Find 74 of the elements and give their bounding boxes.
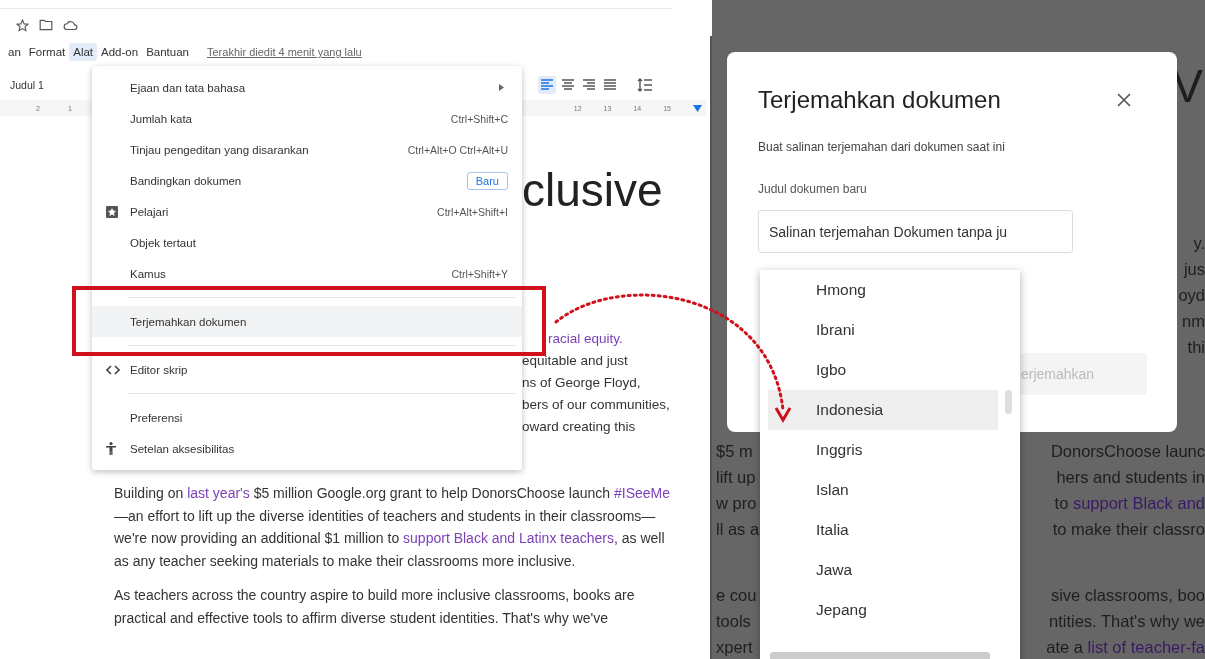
indent-marker-icon[interactable] <box>693 104 702 112</box>
close-icon[interactable] <box>1117 93 1131 107</box>
menu-item[interactable]: Kamus Ctrl+Shift+Y <box>92 258 522 289</box>
body-text: racial equity. <box>547 330 624 348</box>
last-edit-link[interactable]: Terakhir diedit 4 menit yang lalu <box>207 46 362 58</box>
body-text: equitable and just <box>522 352 629 370</box>
background-text: thi <box>1187 337 1205 358</box>
background-text: hers and students in <box>1056 467 1205 488</box>
paragraph-style-dropdown[interactable]: Judul 1 <box>0 79 90 91</box>
background-text: ll as a <box>716 519 760 540</box>
language-option[interactable]: Italia <box>768 510 998 550</box>
language-option[interactable]: Inggris <box>768 430 998 470</box>
menu-item[interactable]: Pelajari Ctrl+Alt+Shift+I <box>92 196 522 227</box>
background-text: nm <box>1182 311 1205 332</box>
learn-icon <box>106 205 118 218</box>
language-option[interactable]: Hmong <box>768 270 998 310</box>
menu-item[interactable]: Preferensi <box>92 402 522 433</box>
language-option[interactable]: Indonesia <box>768 390 998 430</box>
star-icon[interactable] <box>16 18 29 32</box>
new-badge: Baru <box>466 171 508 190</box>
link[interactable]: support Black and Latinx teachers <box>403 530 614 546</box>
background-text: $5 m <box>716 441 753 462</box>
background-text: jus <box>1183 259 1205 280</box>
accessibility-icon <box>106 442 116 455</box>
menu-item[interactable]: Terjemahkan dokumen <box>92 306 522 337</box>
background-text: lift up <box>716 467 756 488</box>
line-spacing-icon[interactable] <box>636 76 654 94</box>
paragraph: Building on last year's $5 million Google.org grant to help DonorsChoose launch #ISeeMe —an effort to lift up the diverse identities of teachers and students in their classrooms—we're now providing an additional $1 million to support Black and Latinx teachers, as well as any teacher seeking materials to make their classrooms more inclusive. <box>114 484 672 571</box>
background-text: y. <box>1193 233 1205 254</box>
background-text: e cou <box>716 585 757 606</box>
folder-icon[interactable] <box>39 19 53 31</box>
background-text: tools <box>716 611 751 632</box>
menu-item[interactable]: Objek tertaut <box>92 227 522 258</box>
field-label: Judul dokumen baru <box>758 182 868 196</box>
menu-bar-item[interactable]: Alat <box>69 43 98 61</box>
background-text: sive classrooms, boo <box>1050 585 1205 606</box>
link[interactable]: last year's <box>187 485 250 501</box>
menu-item[interactable]: Jumlah kata Ctrl+Shift+C <box>92 103 522 134</box>
menu-bar-item[interactable]: Bantuan <box>142 43 193 61</box>
language-option[interactable]: Jepang <box>768 590 998 630</box>
background-text: w pro <box>716 493 757 514</box>
background-text: ntities. That's why we <box>1049 611 1205 632</box>
background-text: to make their classro <box>1052 519 1205 540</box>
document-heading: clusive <box>522 163 664 218</box>
scrollbar[interactable] <box>770 652 990 659</box>
scrollbar-thumb[interactable] <box>1005 390 1012 414</box>
menu-item[interactable]: Bandingkan dokumen Baru <box>92 165 522 196</box>
background-text: oyd <box>1178 285 1205 306</box>
language-option[interactable]: Islan <box>768 470 998 510</box>
background-text: xpert <box>716 637 753 658</box>
menu-item[interactable]: Editor skrip <box>92 354 522 385</box>
language-option[interactable]: Jawa <box>768 550 998 590</box>
cloud-icon[interactable] <box>63 19 78 31</box>
background-text: ate a list of teacher-fa <box>1046 637 1205 658</box>
align-left-icon[interactable] <box>538 76 556 94</box>
menu-item[interactable]: Ejaan dan tata bahasa <box>92 72 522 103</box>
body-text: oward creating this <box>522 418 637 436</box>
link[interactable]: #ISeeMe <box>614 485 671 501</box>
menu-item[interactable]: Setelan aksesibilitas <box>92 433 522 464</box>
code-icon <box>106 364 120 375</box>
language-option[interactable]: Ibrani <box>768 310 998 350</box>
menu-item[interactable]: Tinjau pengeditan yang disarankan Ctrl+Alt+O Ctrl+Alt+U <box>92 134 522 165</box>
dialog-description: Buat salinan terjemahan dari dokumen saat ini <box>758 140 1006 154</box>
paragraph: As teachers across the country aspire to build more inclusive classrooms, books are practical and effective tools to affirm diverse student identities. That's why we've <box>114 586 636 628</box>
background-text: DonorsChoose launc <box>1050 441 1205 462</box>
menu-bar-item[interactable]: Add-on <box>97 43 143 61</box>
body-text: ns of George Floyd, <box>522 374 642 392</box>
body-text: bers of our communities, <box>522 396 671 414</box>
menu-bar-item[interactable]: an <box>4 43 25 61</box>
dialog-title: Terjemahkan dokumen <box>758 86 1001 114</box>
title-input-field[interactable]: Salinan terjemahan Dokumen tanpa ju <box>758 210 1073 253</box>
menu-bar-item[interactable]: Format <box>24 43 70 61</box>
language-option[interactable]: Igbo <box>768 350 998 390</box>
background-text: to support Black and <box>1054 493 1205 514</box>
